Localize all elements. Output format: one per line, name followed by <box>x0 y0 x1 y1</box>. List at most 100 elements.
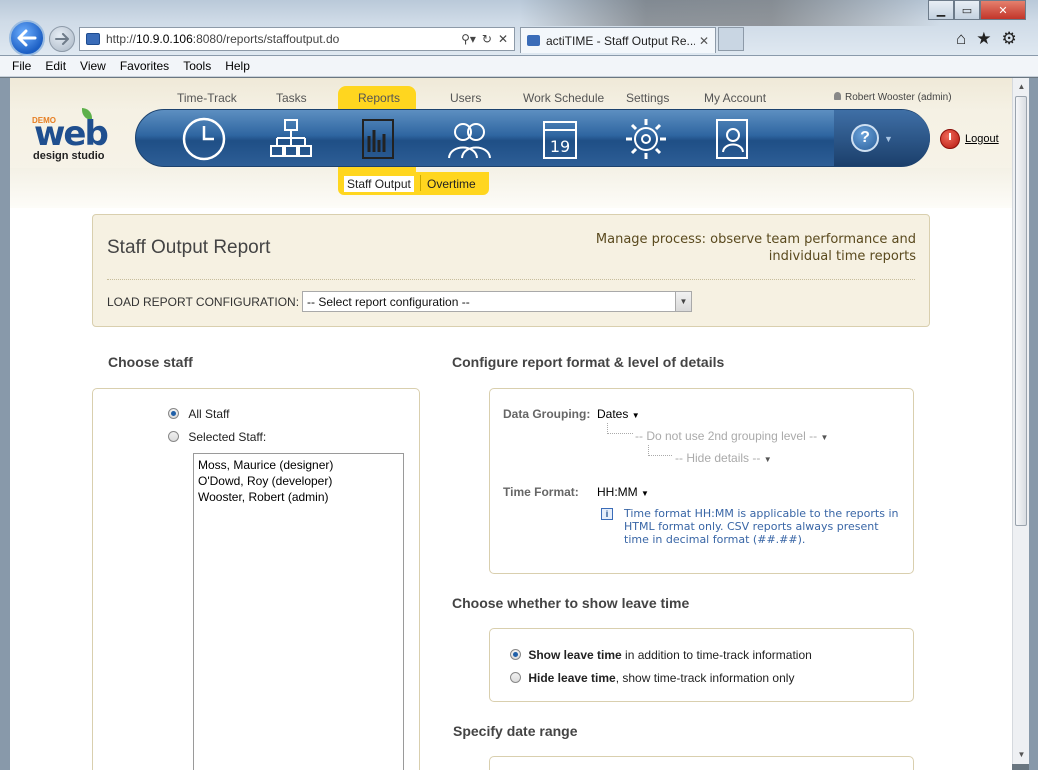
web-page: Time-Track Tasks Reports Users Work Sche… <box>10 78 1012 770</box>
nav-settings[interactable] <box>623 116 669 162</box>
forward-button[interactable] <box>49 26 75 52</box>
close-window-button[interactable]: ✕ <box>980 0 1026 20</box>
top-link-tasks[interactable]: Tasks <box>276 91 307 105</box>
selected-staff-label: Selected Staff: <box>188 430 267 444</box>
home-icon[interactable]: ⌂ <box>956 29 966 49</box>
logout-text[interactable]: Logout <box>965 133 999 145</box>
grouping-dropdown[interactable]: Dates ▼ <box>597 407 640 421</box>
svg-text:19: 19 <box>550 137 570 156</box>
menu-edit[interactable]: Edit <box>45 59 66 73</box>
minimize-button[interactable]: ▁ <box>928 0 954 20</box>
browser-tab[interactable]: actiTIME - Staff Output Re... ✕ <box>520 27 716 53</box>
load-config-select[interactable]: -- Select report configuration -- ▼ <box>302 291 692 312</box>
logout-link[interactable]: Logout <box>940 129 999 149</box>
maximize-button[interactable]: ▭ <box>954 0 980 20</box>
address-url[interactable]: http://10.9.0.106:8080/reports/staffoutp… <box>106 32 461 46</box>
all-staff-radio[interactable] <box>168 408 179 419</box>
top-link-time-track[interactable]: Time-Track <box>177 91 237 105</box>
hide-leave-bold: Hide leave time <box>528 671 616 685</box>
company-logo[interactable]: DEMO web design studio <box>28 108 118 168</box>
address-bar[interactable]: http://10.9.0.106:8080/reports/staffoutp… <box>79 27 515 51</box>
page-tagline: Manage process: observe team performance… <box>595 232 916 264</box>
scroll-down-icon[interactable]: ▼ <box>1013 746 1030 762</box>
menu-tools[interactable]: Tools <box>183 59 211 73</box>
nav-users[interactable] <box>446 116 492 162</box>
power-icon <box>940 129 960 149</box>
show-leave-bold: Show leave time <box>528 648 622 662</box>
site-favicon-icon <box>86 33 100 45</box>
menu-view[interactable]: View <box>80 59 106 73</box>
selected-staff-radio[interactable] <box>168 431 179 442</box>
favorites-star-icon[interactable]: ★ <box>976 29 991 49</box>
nav-tasks[interactable] <box>268 116 314 162</box>
refresh-icon[interactable]: ↻ <box>482 32 492 46</box>
tab-title: actiTIME - Staff Output Re... <box>546 33 695 48</box>
choose-staff-panel: All Staff Selected Staff: Moss, Maurice … <box>92 388 420 770</box>
menu-favorites[interactable]: Favorites <box>120 59 169 73</box>
stop-icon[interactable]: ✕ <box>498 32 508 46</box>
load-config-value: -- Select report configuration -- <box>307 295 470 309</box>
time-format-dropdown[interactable]: HH:MM ▼ <box>597 485 649 499</box>
subnav-overtime[interactable]: Overtime <box>427 177 476 191</box>
date-range-title: Specify date range <box>453 723 578 739</box>
vertical-scrollbar[interactable]: ▲ ▼ <box>1012 78 1029 764</box>
back-arrow-icon <box>17 29 37 47</box>
all-staff-option[interactable]: All Staff <box>168 407 229 421</box>
title-bar-background <box>520 0 940 26</box>
top-link-work-schedule[interactable]: Work Schedule <box>523 91 604 105</box>
back-button[interactable] <box>9 20 45 56</box>
top-link-settings[interactable]: Settings <box>626 91 669 105</box>
details-dropdown[interactable]: -- Hide details -- ▼ <box>675 451 772 465</box>
tab-favicon-icon <box>527 35 540 46</box>
nav-work-schedule[interactable]: 19 <box>537 116 583 162</box>
subnav-separator <box>420 175 421 191</box>
second-level-value: -- Do not use 2nd grouping level -- <box>635 429 818 443</box>
help-caret-icon[interactable]: ▼ <box>884 134 893 144</box>
second-level-dropdown[interactable]: -- Do not use 2nd grouping level -- ▼ <box>635 429 828 443</box>
staff-listbox[interactable]: Moss, Maurice (designer) O'Dowd, Roy (de… <box>193 453 404 770</box>
tools-gear-icon[interactable]: ⚙ <box>1002 29 1017 49</box>
gear-icon <box>626 119 666 159</box>
nav-my-account[interactable] <box>709 116 755 162</box>
selected-staff-option[interactable]: Selected Staff: <box>168 430 266 444</box>
choose-staff-title: Choose staff <box>108 354 193 370</box>
list-item[interactable]: O'Dowd, Roy (developer) <box>198 473 399 489</box>
chevron-down-icon[interactable]: ▼ <box>675 292 691 311</box>
top-link-reports[interactable]: Reports <box>358 91 400 105</box>
new-tab-button[interactable] <box>718 27 744 51</box>
tab-close-icon[interactable]: ✕ <box>699 34 709 48</box>
window-frame-left <box>0 78 10 770</box>
top-link-users[interactable]: Users <box>450 91 481 105</box>
show-leave-radio[interactable] <box>510 649 521 660</box>
bar-chart-icon <box>362 119 394 159</box>
time-format-label: Time Format: <box>503 485 579 499</box>
page-title: Staff Output Report <box>107 237 271 258</box>
date-range-panel <box>489 756 914 770</box>
subnav-staff-output[interactable]: Staff Output <box>344 176 414 192</box>
nav-reports[interactable] <box>355 116 401 162</box>
reports-submenu: Staff Output Overtime <box>338 172 489 195</box>
hide-leave-radio[interactable] <box>510 672 521 683</box>
forward-arrow-icon <box>55 33 69 45</box>
menu-file[interactable]: File <box>12 59 31 73</box>
grouping-value: Dates <box>597 407 629 421</box>
logo-studio-text: design studio <box>33 150 105 162</box>
list-item[interactable]: Wooster, Robert (admin) <box>198 489 399 505</box>
scrollbar-thumb[interactable] <box>1015 96 1027 526</box>
menu-help[interactable]: Help <box>225 59 250 73</box>
search-icon[interactable]: ⚲▾ <box>461 32 476 46</box>
time-format-note: Time format HH:MM is applicable to the r… <box>624 507 899 546</box>
hide-leave-option[interactable]: Hide leave time, show time-track informa… <box>510 671 794 685</box>
nav-time-track[interactable] <box>181 116 227 162</box>
help-icon[interactable]: ? <box>851 124 879 152</box>
account-card-icon <box>716 119 748 159</box>
show-leave-option[interactable]: Show leave time in addition to time-trac… <box>510 648 812 662</box>
divider <box>107 279 915 280</box>
show-leave-rest: in addition to time-track information <box>621 648 812 662</box>
all-staff-label: All Staff <box>188 407 230 421</box>
top-link-my-account[interactable]: My Account <box>704 91 766 105</box>
list-item[interactable]: Moss, Maurice (designer) <box>198 457 399 473</box>
window-frame-right <box>1029 78 1038 770</box>
scroll-up-icon[interactable]: ▲ <box>1013 78 1030 94</box>
user-icon <box>834 92 841 100</box>
